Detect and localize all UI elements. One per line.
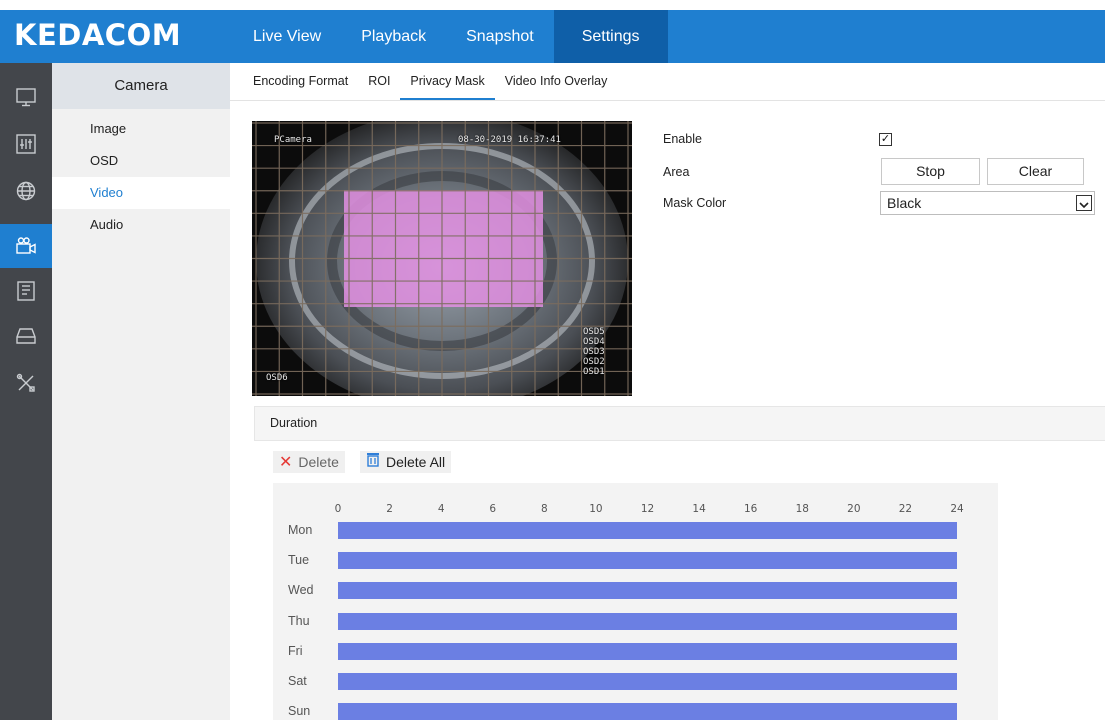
iconbar-events[interactable] [0,269,52,313]
hour-tick-label: 6 [489,503,497,515]
trash-icon [366,451,380,473]
schedule-bar[interactable] [338,703,957,720]
schedule-bar[interactable] [338,673,957,690]
day-label: Sun [288,704,311,719]
osd-label-5: OSD5 [583,327,605,337]
privacy-mask-area [344,190,543,307]
top-nav: Live View Playback Snapshot Settings [233,10,668,63]
nav-snapshot[interactable]: Snapshot [446,10,554,63]
osd-label-6: OSD6 [266,373,288,383]
iconbar-adjust[interactable] [0,122,52,166]
storage-icon [16,328,36,344]
tab-roi[interactable]: ROI [358,63,400,100]
sidebar-item-osd[interactable]: OSD [52,145,230,177]
day-label: Mon [288,523,313,537]
osd-label-2: OSD2 [583,357,605,367]
top-navigation-bar: KEDACOM Live View Playback Snapshot Sett… [0,10,1105,63]
area-label: Area [663,165,690,179]
hour-tick-label: 22 [898,503,913,515]
osd-camera-name: PCamera [274,135,312,145]
icon-sidebar [0,63,52,720]
hour-tick-label: 14 [692,503,706,515]
enable-checkbox[interactable]: ✓ [879,133,892,146]
globe-icon [16,181,36,201]
sidebar-title: Camera [52,63,230,109]
day-label: Tue [288,553,310,568]
sidebar-item-audio[interactable]: Audio [52,209,230,241]
hour-tick-label: 24 [950,503,964,515]
iconbar-storage[interactable] [0,314,52,358]
iconbar-camera[interactable] [0,224,52,268]
chevron-down-icon [1076,195,1092,211]
hour-tick-label: 10 [589,503,603,515]
camera-icon [16,237,36,254]
sidebar-item-image[interactable]: Image [52,113,230,145]
tab-privacy-mask[interactable]: Privacy Mask [400,63,495,100]
schedule-bar[interactable] [338,612,957,630]
settings-sidebar: Camera Image OSD Video Audio [52,63,230,720]
mask-color-label: Mask Color [663,196,727,210]
schedule-bar[interactable] [338,522,957,539]
delete-label: Delete [298,454,339,470]
sliders-icon [16,134,36,154]
close-icon: ✕ [279,452,293,471]
monitor-icon [16,88,36,107]
schedule-bar[interactable] [338,582,957,600]
nav-settings[interactable]: Settings [553,10,668,63]
preview-canvas [252,121,632,396]
mask-color-value: Black [887,195,922,211]
day-label: Fri [288,643,303,658]
enable-label: Enable [663,132,702,146]
day-label: Wed [288,583,314,598]
mask-color-select[interactable]: Black [880,191,1095,215]
osd-label-1: OSD1 [583,367,605,377]
clear-button[interactable]: Clear [987,158,1084,185]
hour-tick-label: 8 [540,503,548,515]
iconbar-maintenance[interactable] [0,361,52,405]
schedule-bar[interactable] [338,552,957,570]
hour-tick-label: 2 [386,503,393,515]
iconbar-network[interactable] [0,169,52,213]
delete-all-label: Delete All [386,454,446,470]
hour-tick-label: 12 [640,503,655,515]
kedacom-logo: KEDACOM [14,18,182,52]
hour-tick-label: 0 [334,503,342,515]
tabs-divider [230,100,1105,101]
duration-header: Duration [254,406,1105,441]
hour-tick-label: 18 [795,503,809,515]
video-preview[interactable]: PCamera 08-30-2019 16:37:41 OSD5 OSD4 OS… [252,121,632,396]
hour-tick-label: 16 [743,503,758,515]
delete-button[interactable]: ✕ Delete [273,451,345,473]
tab-video-info-overlay[interactable]: Video Info Overlay [495,63,618,100]
osd-datetime: 08-30-2019 16:37:41 [458,135,561,145]
delete-all-button[interactable]: Delete All [360,451,452,473]
iconbar-system[interactable] [0,75,52,119]
day-label: Thu [288,613,310,628]
hour-tick-label: 4 [437,503,445,515]
document-icon [17,281,35,301]
hour-tick-label: 20 [847,503,861,515]
stop-button[interactable]: Stop [881,158,980,185]
nav-live-view[interactable]: Live View [233,10,341,63]
nav-playback[interactable]: Playback [341,10,446,63]
osd-label-3: OSD3 [583,347,605,357]
osd-label-4: OSD4 [583,337,605,347]
tools-icon [16,373,35,392]
day-label: Sat [288,674,307,688]
schedule-bar[interactable] [338,642,957,660]
video-tabs: Encoding Format ROI Privacy Mask Video I… [243,63,617,100]
tab-encoding-format[interactable]: Encoding Format [243,63,358,100]
sidebar-item-video[interactable]: Video [52,177,230,209]
